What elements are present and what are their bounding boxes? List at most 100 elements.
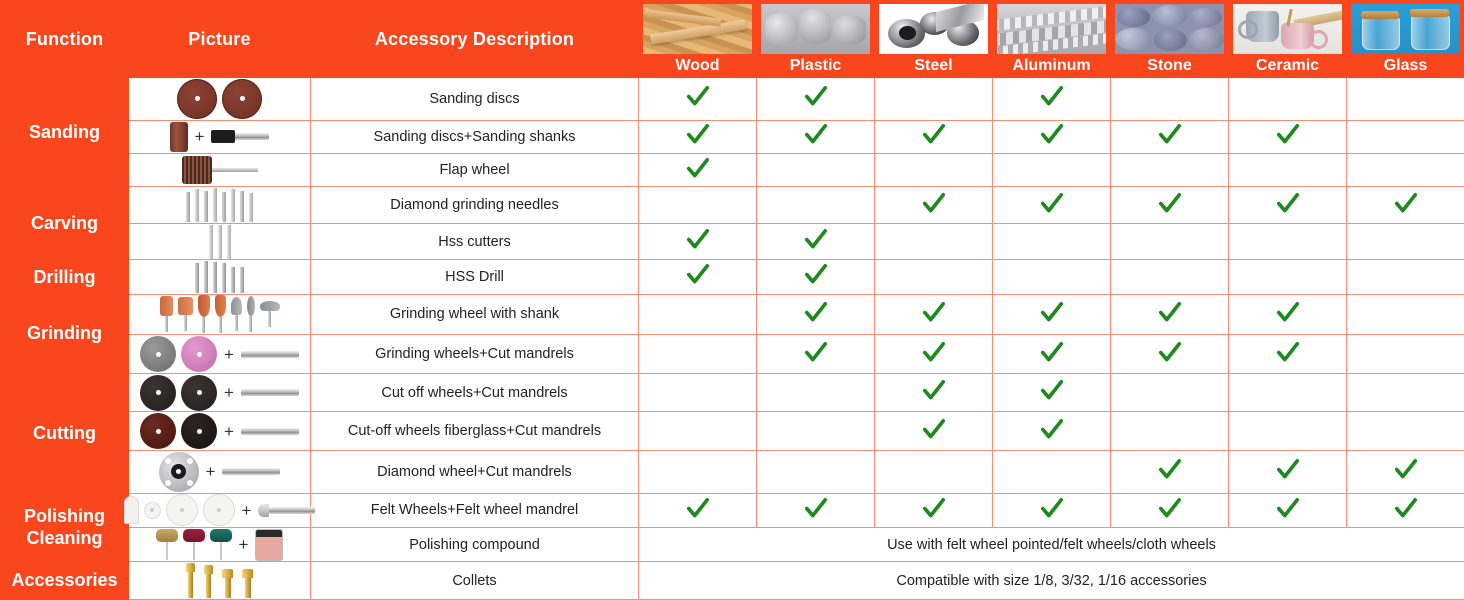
compat-cell-aluminum [992,492,1111,528]
compat-cell-plastic [756,222,875,261]
material-label: Plastic [789,57,842,74]
compat-cell-plastic [756,449,875,494]
compat-cell-ceramic [1228,293,1347,336]
compat-cell-stone [1110,492,1229,528]
description-cell: Sanding discs [310,77,639,121]
hss-cutter-set [129,224,310,259]
picture-cell: + [128,119,311,155]
compat-cell-glass [1346,372,1464,413]
mounted-grinding-stone-set [129,295,310,335]
picture-cell: + [128,526,311,563]
compat-cell-ceramic [1228,334,1347,374]
picture-cell: + [128,334,311,374]
column-header-picture: Picture [128,0,311,78]
picture-cell: + [128,449,311,494]
compat-cell-ceramic [1228,372,1347,413]
compat-cell-aluminum [992,293,1111,336]
compat-cell-ceramic [1228,186,1347,224]
black-cutoff-wheels-plus-mandrel: + [129,374,310,412]
compat-cell-wood [638,186,757,224]
felt-wheels-plus-felt-mandrel: + [123,494,316,527]
material-label: Aluminum [1012,57,1091,74]
compat-cell-stone [1110,186,1229,224]
aluminum-extrusions-photo [997,4,1106,54]
compat-cell-ceramic [1228,411,1347,451]
compat-cell-glass [1346,222,1464,261]
compat-cell-glass [1346,492,1464,528]
function-group-grinding: Grinding [0,293,129,374]
table-row: Polishing Cleaning + Felt Wheels+Felt whe… [0,492,1464,563]
column-header-description: Accessory Description [310,0,639,78]
compat-cell-glass [1346,449,1464,494]
compat-cell-plastic [756,77,875,121]
description-cell: HSS Drill [310,259,639,295]
compat-cell-glass [1346,334,1464,374]
description-cell: Felt Wheels+Felt wheel mandrel [310,492,639,528]
compat-cell-stone [1110,372,1229,413]
column-header-function: Function [0,0,129,78]
material-label: Wood [675,57,720,74]
compat-cell-ceramic [1228,259,1347,295]
compatibility-note: Use with felt wheel pointed/felt wheels/… [638,526,1464,563]
column-header-plastic: Plastic [756,0,875,78]
table-header-row: Function Picture Accessory Description Woo… [0,0,1464,78]
column-header-ceramic: Ceramic [1228,0,1347,78]
compat-cell-plastic [756,372,875,413]
compat-cell-plastic [756,293,875,336]
compat-cell-aluminum [992,77,1111,121]
compat-cell-glass [1346,186,1464,224]
picture-cell [128,186,311,224]
table-body: Function Picture Accessory Description Woo… [0,0,1464,600]
picture-cell [128,77,311,121]
compat-cell-plastic [756,119,875,155]
compat-cell-wood [638,293,757,336]
picture-cell [128,222,311,261]
polishing-mops-plus-compound-jar: + [129,528,310,561]
compatibility-note: Compatible with size 1/8, 3/32, 1/16 acc… [638,561,1464,600]
description-cell: Diamond grinding needles [310,186,639,224]
picture-cell [128,293,311,336]
hss-drill-bit-set [129,260,310,293]
compat-cell-stone [1110,411,1229,451]
description-cell: Grinding wheel with shank [310,293,639,336]
column-header-wood: Wood [638,0,757,78]
compat-cell-aluminum [992,153,1111,188]
picture-cell: + [123,492,316,528]
compat-cell-ceramic [1228,222,1347,261]
description-cell: Diamond wheel+Cut mandrels [310,449,639,494]
compat-cell-stone [1110,119,1229,155]
compat-cell-wood [638,222,757,261]
plastic-pipes-photo [761,4,870,54]
material-label: Glass [1383,57,1428,74]
compat-cell-plastic [756,492,875,528]
table-row: Hss cutters [1,222,1464,261]
table-row: Accessories Collets Compatible with size … [0,561,1464,600]
compat-cell-plastic [756,334,875,374]
compat-cell-glass [1346,411,1464,451]
stone-pebbles-photo [1115,4,1224,54]
two-brown-sanding-discs [129,78,310,120]
compat-cell-ceramic [1228,449,1347,494]
compat-cell-steel [874,372,993,413]
table-row: + Polishing compound Use with felt wheel p… [1,526,1464,563]
fiberglass-cutoff-wheels-plus-mandrel: + [129,412,310,450]
steel-tubes-photo [879,4,988,54]
compat-cell-wood [638,334,757,374]
compat-cell-wood [638,411,757,451]
compat-cell-ceramic [1228,153,1347,188]
picture-cell [128,561,311,600]
table-row: Grinding Grinding wheel with shank [0,293,1464,374]
diamond-needle-bit-set [129,187,310,223]
description-cell: Collets [310,561,639,600]
compat-cell-steel [874,119,993,155]
description-cell: Sanding discs+Sanding shanks [310,119,639,155]
compat-cell-stone [1110,293,1229,336]
column-header-aluminum: Aluminum [992,0,1111,78]
function-group-sanding: Sanding [0,76,129,188]
picture-cell: + [128,372,311,413]
material-label: Stone [1147,57,1192,74]
compat-cell-wood [638,153,757,188]
table-row: Flap wheel [1,153,1464,188]
picture-cell [128,259,311,295]
flap-wheel-on-shank [129,154,310,186]
